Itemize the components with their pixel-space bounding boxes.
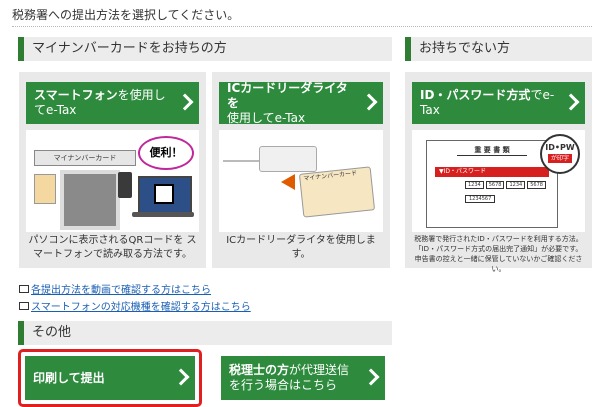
tax-accountant-proxy-button[interactable]: 税理士の方が代理送信 を行う場合はこちら [221,356,385,400]
notice-document-icon: 重 要 書 類 ▼ID・パスワード 1234 5678 1234 5678 12… [426,140,558,228]
mynumber-card-label: マイナンバーカード [34,150,136,166]
idpw-button-label: ID・パスワード方式でe-Tax [420,88,555,117]
smartphone-caption: パソコンに表示されるQRコードを スマートフォンで読み取る方法です。 [28,235,197,260]
chevron-right-icon [562,93,580,111]
idpw-etax-button[interactable]: ID・パスワード方式でe-Tax [412,82,585,124]
mynumber-card-icon: マイナンバーカード [298,166,376,218]
card-label: マイナンバーカード [303,169,358,183]
page-instruction: 税務署への提出方法を選択してください。 [12,8,240,22]
icreader-caption: ICカードリーダライタを使用します。 [226,235,376,260]
section-header-nocard: お持ちでない方 [405,37,592,61]
field-value: 1234 [506,181,526,189]
id-card-icon [34,174,56,204]
window-icon [19,285,29,293]
chevron-right-icon [176,93,194,111]
id-value: 1234567 [465,195,496,203]
compatible-devices-link[interactable]: スマートフォンの対応機種を確認する方はこちら [31,298,251,313]
print-submit-button[interactable]: 印刷して提出 [25,356,195,400]
chevron-right-icon [362,368,380,386]
smartphone-button-label: スマートフォンを使用してe-Tax [34,88,166,117]
card-reader-device-icon [259,146,317,172]
caption-line-2: 「ID・パスワード方式の届出完了通知」が必要です。 [414,245,583,253]
usb-cable-icon [223,160,259,162]
icreader-option-card: ICカードリーダライタを 使用してe-Tax マイナンバーカード ICカードリーダ… [212,72,390,268]
print-button-label: 印刷して提出 [33,370,105,385]
section-header-mynumber: マイナンバーカードをお持ちの方 [18,37,392,61]
laptop-base-icon [132,212,194,217]
idpw-option-card: ID・パスワード方式でe-Tax 重 要 書 類 ▼ID・パスワード 1234 … [405,72,592,273]
idpw-caption: 税務署で発行されたID・パスワードを利用する方法。 「ID・パスワード方式の届出… [412,234,585,274]
chevron-right-icon [172,368,190,386]
smartphone-illustration: マイナンバーカード 便利！ [26,130,199,232]
arrow-left-icon [281,174,295,190]
chevron-right-icon [360,93,378,111]
video-guide-link[interactable]: 各提出方法を動画で確認する方はこちら [31,281,211,296]
idpw-band: ▼ID・パスワード [435,167,549,177]
convenient-bubble: 便利！ [138,136,194,170]
icreader-button-label: ICカードリーダライタを 使用してe-Tax [227,80,348,125]
smartphone-etax-button[interactable]: スマートフォンを使用してe-Tax [26,82,199,124]
icreader-etax-button[interactable]: ICカードリーダライタを 使用してe-Tax [219,80,383,125]
icreader-illustration: マイナンバーカード [219,130,383,232]
password-fields: 1234 5678 1234 5678 [465,181,546,189]
smartphone-option-card: スマートフォンを使用してe-Tax マイナンバーカード 便利！ パソコンに表示さ… [19,72,206,268]
idpw-badge: ID•PW が印字 [540,134,580,174]
window-icon [19,302,29,310]
caption-line-3: 申告書の控えと一緒に保管していないかご確認ください。 [414,255,583,273]
field-value: 5678 [485,181,505,189]
divider [12,26,592,27]
card-reader-icon [60,170,120,230]
section-header-other: その他 [18,321,392,345]
field-value: 5678 [527,181,546,189]
document-title: 重 要 書 類 [457,145,527,156]
idpw-illustration: 重 要 書 類 ▼ID・パスワード 1234 5678 1234 5678 12… [412,130,585,232]
proxy-button-label: 税理士の方が代理送信 を行う場合はこちら [229,363,350,392]
smartphone-icon [118,172,132,198]
field-value: 1234 [465,181,484,189]
caption-line-1: 税務署で発行されたID・パスワードを利用する方法。 [414,235,583,243]
laptop-qr-icon [138,176,192,214]
